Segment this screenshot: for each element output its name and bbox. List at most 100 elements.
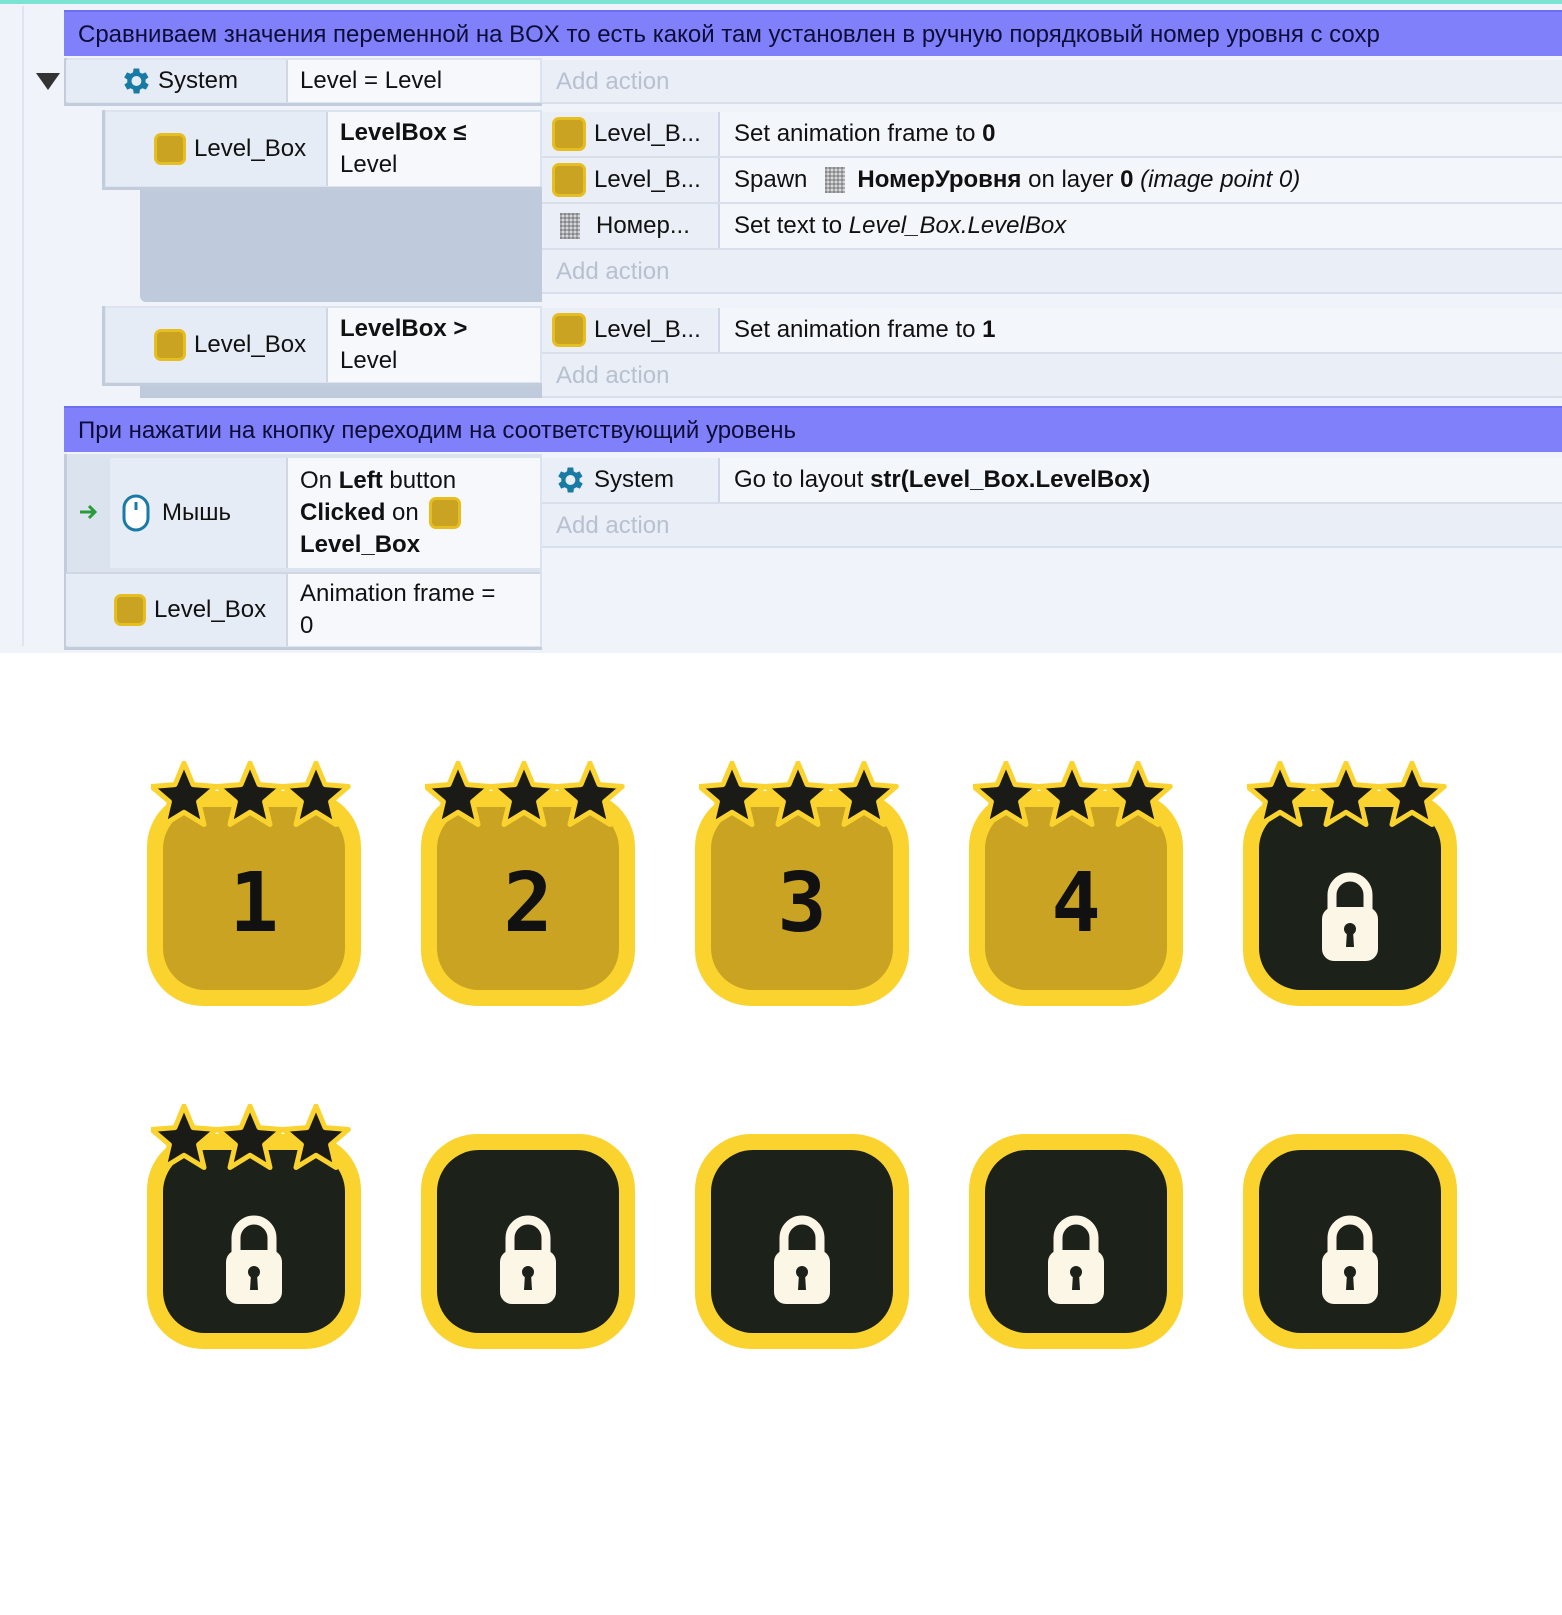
sub1-action-1[interactable]: Level_B... Set animation frame to 0 [542, 112, 1562, 158]
event1-object[interactable]: System [66, 60, 286, 102]
event2-condition-click[interactable]: On Left button Clicked on Level_Box [286, 458, 540, 568]
event2-action-1-text: Go to layout str(Level_Box.LevelBox) [718, 458, 1562, 502]
sub1-action-2-object: Level_B... [542, 158, 728, 202]
level-box-10[interactable] [1243, 1134, 1457, 1349]
sub1-add-action[interactable]: Add action [542, 250, 1562, 294]
lock-icon [1322, 1215, 1378, 1304]
level-box-5[interactable] [1243, 761, 1457, 1006]
star-icon [489, 761, 559, 827]
text-object-icon [560, 213, 580, 239]
star-icon [1103, 761, 1173, 827]
star-icon [425, 761, 493, 827]
sub1-action-2-imagepoint: (image point 0) [1133, 166, 1301, 193]
sub1-action-3-expression: Level_Box.LevelBox [848, 212, 1067, 239]
level-box-3[interactable]: 3 [695, 761, 909, 1006]
sub1-object[interactable]: Level_Box [106, 112, 326, 186]
event-sheet: Сравниваем значения переменной на BOX то… [0, 0, 1562, 653]
lock-icon [226, 1215, 282, 1304]
level-box-icon [428, 497, 461, 529]
sub1-action-1-object-label: Level_B... [594, 120, 701, 147]
comment-row[interactable]: Сравниваем значения переменной на BOX то… [64, 10, 1562, 56]
star-icon [763, 761, 833, 827]
event2-object-mouse[interactable]: Мышь [110, 458, 286, 568]
sub2-action-1-text: Set animation frame to 1 [718, 308, 1562, 352]
event2-action-1[interactable]: System Go to layout str(Level_Box.LevelB… [542, 458, 1562, 504]
trigger-arrow-icon [78, 502, 100, 522]
event2-action-1-expression: str(Level_Box.LevelBox) [870, 466, 1151, 493]
star-icon [215, 761, 285, 827]
sub2-action-1[interactable]: Level_B... Set animation frame to 1 [542, 308, 1562, 354]
star-icon [1377, 761, 1447, 827]
event2-cond2-text: Animation frame = [300, 580, 496, 607]
event1-condition[interactable]: Level = Level [286, 60, 540, 102]
sub1-action-3-object-label: Номер... [596, 212, 690, 239]
stars-row [151, 761, 351, 827]
event2-action-1-object-label: System [594, 466, 675, 493]
star-icon [1037, 761, 1107, 827]
sheet-gutter [22, 6, 24, 646]
stars-row [973, 761, 1173, 827]
event2-condition-frame[interactable]: Animation frame = 0 [286, 572, 540, 646]
star-icon [829, 761, 899, 827]
level-box-icon [552, 313, 586, 347]
event2-cond1-line1: On Left button [300, 465, 456, 497]
level-box-8[interactable] [695, 1134, 909, 1349]
level-box-1[interactable]: 1 [147, 761, 361, 1006]
sub1-action-1-text: Set animation frame to 0 [718, 112, 1562, 156]
stars-row [425, 761, 625, 827]
sub1-action-2-text: Spawn НомерУровня on layer 0 (image poin… [718, 158, 1562, 202]
sub1-action-2-pre: Spawn [734, 166, 808, 193]
star-icon [973, 761, 1041, 827]
sub1-action-2[interactable]: Level_B... Spawn НомерУровня on layer 0 … [542, 158, 1562, 204]
event2-cond2-value: 0 [300, 612, 314, 639]
comment-row[interactable]: При нажатии на кнопку переходим на соотв… [64, 406, 1562, 452]
event2-add-action[interactable]: Add action [542, 504, 1562, 548]
level-box-6[interactable] [147, 1104, 361, 1349]
event2-object-levelbox[interactable]: Level_Box [66, 572, 286, 646]
sub2-condition[interactable]: LevelBox > Level [326, 308, 540, 382]
lock-icon [500, 1215, 556, 1304]
star-icon [151, 761, 219, 827]
sub1-action-3[interactable]: Номер... Set text to Level_Box.LevelBox [542, 204, 1562, 250]
sub2-action-1-pre: Set animation frame to [734, 316, 983, 343]
event2-cond1-rest: button [382, 467, 457, 494]
sub1-action-3-pre: Set text to [734, 212, 849, 239]
sub1-action-1-object: Level_B... [542, 112, 728, 156]
event2-cond1-object: Level_Box [300, 531, 421, 558]
sub1-action-3-text: Set text to Level_Box.LevelBox [718, 204, 1562, 248]
star-icon [281, 761, 351, 827]
event2-cond1-clicked: Clicked [300, 499, 386, 526]
star-icon [555, 761, 625, 827]
level-box-icon [114, 594, 146, 626]
lock-icon [1322, 872, 1378, 961]
level-box-9[interactable] [969, 1134, 1183, 1349]
level-box-7[interactable] [421, 1134, 635, 1349]
event2-action-1-object: System [542, 458, 728, 502]
sub1-object-label: Level_Box [194, 135, 307, 162]
sub2-condition-value: Level [340, 347, 398, 374]
level-box-icon [154, 133, 186, 165]
text-object-icon [825, 167, 846, 193]
sub1-action-2-object-label: Level_B... [594, 166, 701, 193]
event2-action-1-pre: Go to layout [734, 466, 871, 493]
level-box-icon [154, 329, 186, 361]
stars-row [1247, 761, 1447, 827]
sub2-object-label: Level_Box [194, 331, 307, 358]
event1-object-label: System [158, 67, 239, 94]
stars-row [699, 761, 899, 827]
sub1-action-2-layer: 0 [1120, 166, 1134, 193]
sub1-condition[interactable]: LevelBox ≤ Level [326, 112, 540, 186]
level-box-icon [552, 117, 586, 151]
stars-row [151, 1104, 351, 1170]
sub2-add-action[interactable]: Add action [542, 354, 1562, 398]
level-box-2[interactable]: 2 [421, 761, 635, 1006]
event2-cond1-on: on [385, 499, 419, 526]
event1-add-action[interactable]: Add action [542, 60, 1562, 104]
event2-object-levelbox-label: Level_Box [154, 596, 267, 623]
collapse-toggle-icon[interactable] [36, 73, 60, 90]
sub1-empty-area [140, 190, 542, 302]
lock-icon [774, 1215, 830, 1304]
sub1-action-2-object-name: НомерУровня [857, 166, 1022, 193]
level-box-4[interactable]: 4 [969, 761, 1183, 1006]
sub2-object[interactable]: Level_Box [106, 308, 326, 382]
